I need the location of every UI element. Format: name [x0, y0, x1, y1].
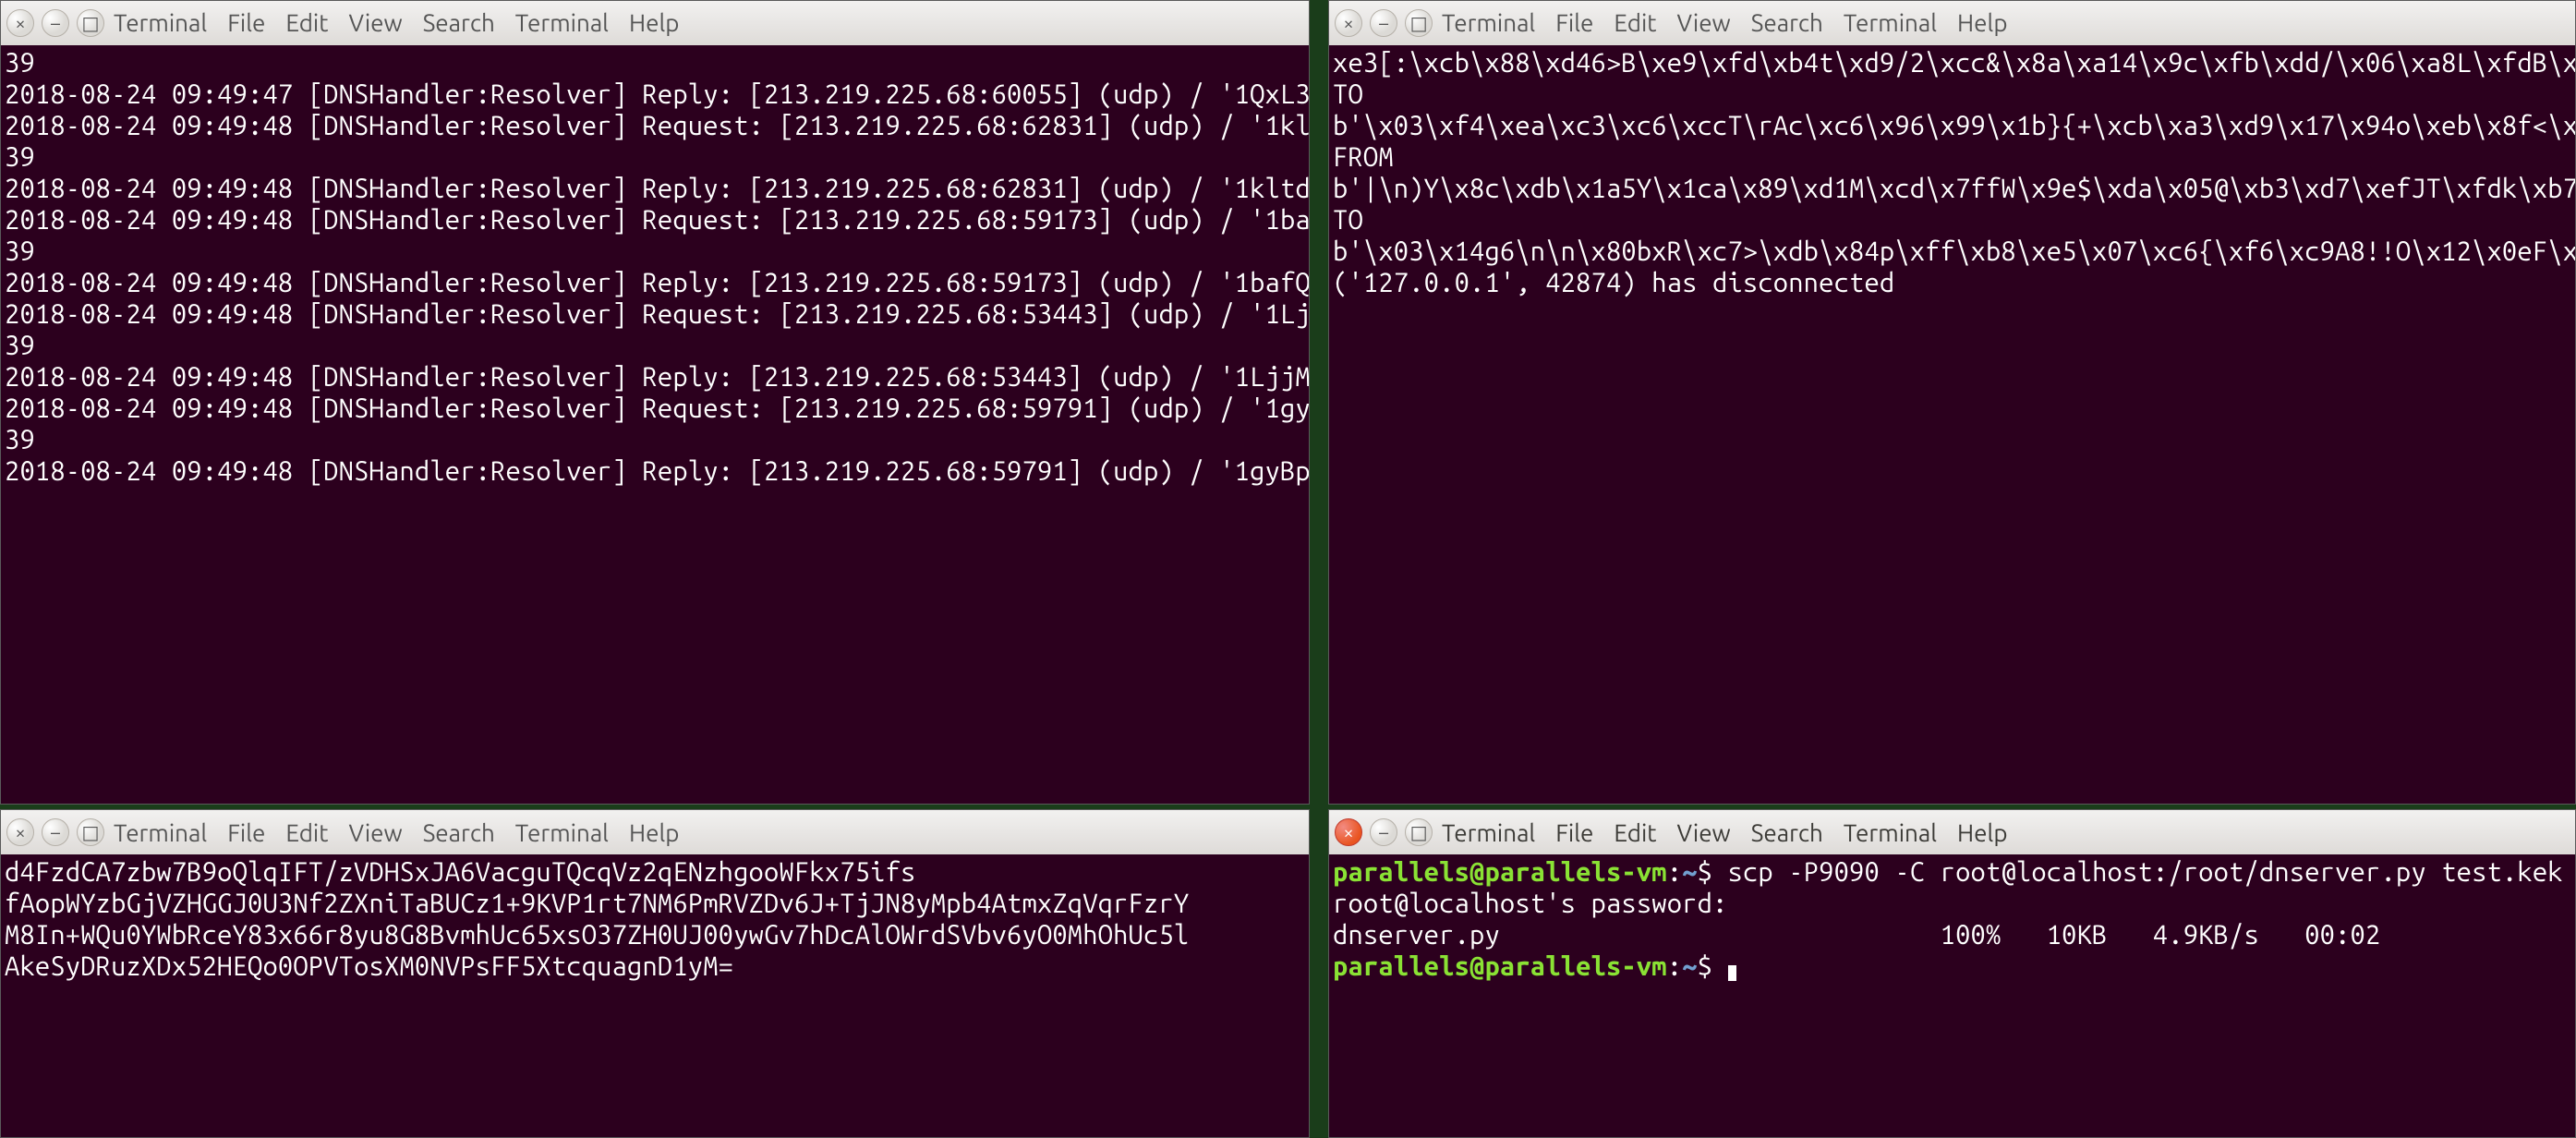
minimize-icon[interactable]: – [1370, 818, 1397, 846]
minimize-icon[interactable]: – [42, 9, 69, 37]
terminal-top-right[interactable]: × – □ TerminalFileEditViewSearchTerminal… [1328, 0, 2576, 805]
menu-view[interactable]: View [348, 818, 402, 847]
terminal-bottom-right[interactable]: × – □ TerminalFileEditViewSearchTerminal… [1328, 809, 2576, 1138]
terminal-body[interactable]: 39 2018-08-24 09:49:47 [DNSHandler:Resol… [1, 45, 1309, 804]
menu-terminal[interactable]: Terminal [1442, 8, 1535, 37]
maximize-icon[interactable]: □ [1405, 9, 1433, 37]
menu-file[interactable]: File [1555, 8, 1593, 37]
close-icon[interactable]: × [6, 818, 34, 846]
terminal-body[interactable]: parallels@parallels-vm:~$ scp -P9090 -C … [1329, 854, 2575, 1137]
menu-terminal[interactable]: Terminal [114, 818, 207, 847]
menu-terminal[interactable]: Terminal [114, 8, 207, 37]
menu-edit[interactable]: Edit [1614, 8, 1656, 37]
maximize-icon[interactable]: □ [77, 9, 104, 37]
menubar[interactable]: Terminal File Edit View Search Terminal Help [1442, 818, 2008, 847]
menu-edit[interactable]: Edit [1614, 818, 1656, 847]
titlebar[interactable]: × – □ TerminalFileEditViewSearchTerminal… [1, 810, 1309, 854]
menubar[interactable]: Terminal File Edit View Search Terminal Help [114, 8, 680, 37]
terminal-top-left[interactable]: × – □ TerminalFileEditViewSearchTerminal… [0, 0, 1310, 805]
menu-terminal[interactable]: Terminal [1844, 818, 1937, 847]
maximize-icon[interactable]: □ [1405, 818, 1433, 846]
menubar[interactable]: Terminal File Edit View Search Terminal Help [114, 818, 680, 847]
menu-edit[interactable]: Edit [285, 8, 328, 37]
terminal-body[interactable]: d4FzdCA7zbw7B9oQlqIFT/zVDHSxJA6VacguTQcq… [1, 854, 1309, 1137]
menu-help[interactable]: Help [629, 8, 680, 37]
window-buttons: × – □ [1335, 818, 1433, 846]
menu-search[interactable]: Search [1751, 818, 1823, 847]
menu-search[interactable]: Search [1751, 8, 1823, 37]
menu-view[interactable]: View [1677, 818, 1731, 847]
minimize-icon[interactable]: – [42, 818, 69, 846]
minimize-icon[interactable]: – [1370, 9, 1397, 37]
menu-edit[interactable]: Edit [285, 818, 328, 847]
menu-view[interactable]: View [1677, 8, 1731, 37]
window-buttons: × – □ [6, 818, 104, 846]
menu-help[interactable]: Help [1957, 818, 2008, 847]
menu-file[interactable]: File [227, 8, 265, 37]
titlebar[interactable]: × – □ TerminalFileEditViewSearchTerminal… [1329, 810, 2575, 854]
window-buttons: × – □ [6, 9, 104, 37]
menu-terminal[interactable]: Terminal [1442, 818, 1535, 847]
window-buttons: × – □ [1335, 9, 1433, 37]
menu-file[interactable]: File [1555, 818, 1593, 847]
cursor [1728, 965, 1736, 981]
menu-file[interactable]: File [227, 818, 265, 847]
titlebar[interactable]: × – □ TerminalFileEditViewSearchTerminal… [1329, 1, 2575, 45]
close-icon[interactable]: × [1335, 818, 1362, 846]
terminal-body[interactable]: xe3[:\xcb\x88\xd46>B\xe9\xfd\xb4t\xd9/2\… [1329, 45, 2575, 804]
menu-search[interactable]: Search [423, 8, 495, 37]
titlebar[interactable]: × – □ TerminalFileEditViewSearchTerminal… [1, 1, 1309, 45]
menu-help[interactable]: Help [1957, 8, 2008, 37]
close-icon[interactable]: × [6, 9, 34, 37]
menu-search[interactable]: Search [423, 818, 495, 847]
menu-help[interactable]: Help [629, 818, 680, 847]
menu-terminal[interactable]: Terminal [515, 8, 609, 37]
menu-view[interactable]: View [348, 8, 402, 37]
maximize-icon[interactable]: □ [77, 818, 104, 846]
close-icon[interactable]: × [1335, 9, 1362, 37]
menubar[interactable]: Terminal File Edit View Search Terminal Help [1442, 8, 2008, 37]
menu-terminal[interactable]: Terminal [515, 818, 609, 847]
menu-terminal[interactable]: Terminal [1844, 8, 1937, 37]
terminal-bottom-left[interactable]: × – □ TerminalFileEditViewSearchTerminal… [0, 809, 1310, 1138]
